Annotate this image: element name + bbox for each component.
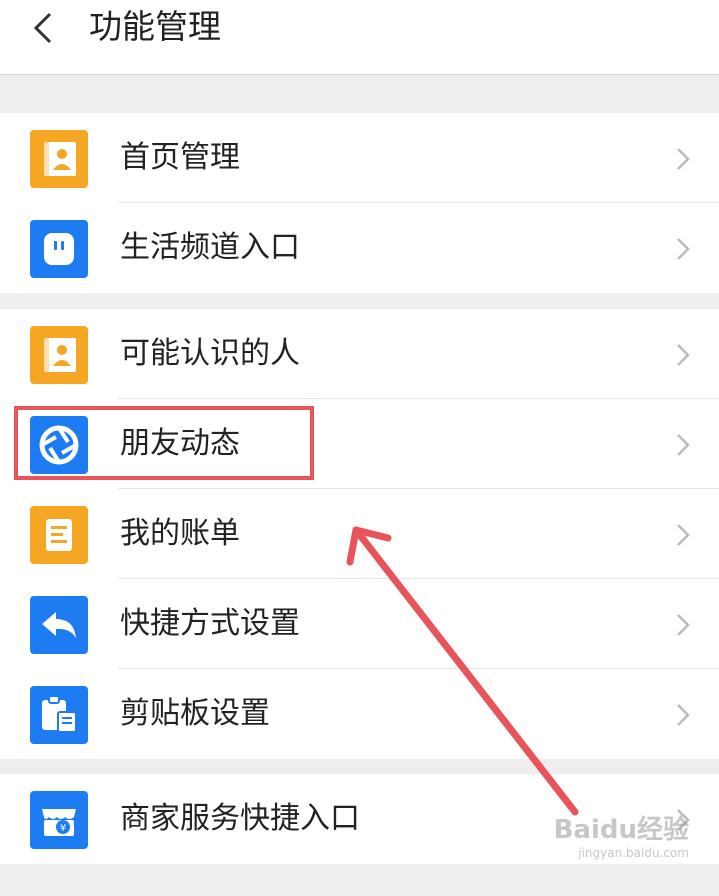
chevron-right-icon	[677, 344, 690, 366]
contact-card-icon	[30, 326, 88, 384]
chevron-right-icon	[677, 434, 690, 456]
item-label: 首页管理	[120, 140, 240, 175]
settings-group-2: 可能认识的人 朋友动态 我的账单 快捷方式设置 剪贴板设置	[0, 309, 719, 759]
chevron-right-icon	[677, 704, 690, 726]
life-channel-icon	[30, 220, 88, 278]
baidu-watermark: Baidu经验 jingyan.baidu.com	[519, 814, 689, 874]
back-button[interactable]	[26, 6, 66, 50]
watermark-subtext: jingyan.baidu.com	[578, 846, 689, 860]
item-label: 我的账单	[120, 516, 240, 551]
list-item-clipboard-settings[interactable]: 剪贴板设置	[0, 669, 719, 759]
list-item-shortcut-settings[interactable]: 快捷方式设置	[0, 579, 719, 669]
chevron-right-icon	[677, 614, 690, 636]
list-item-people-you-may-know[interactable]: 可能认识的人	[0, 309, 719, 399]
list-item-my-bills[interactable]: 我的账单	[0, 489, 719, 579]
settings-group-1: 首页管理 生活频道入口	[0, 113, 719, 293]
chevron-right-icon	[677, 238, 690, 260]
clipboard-icon	[30, 686, 88, 744]
store-icon: ¥	[30, 791, 88, 849]
page-title: 功能管理	[89, 7, 221, 46]
chevron-left-icon	[33, 12, 52, 44]
item-label: 可能认识的人	[120, 336, 300, 371]
item-label: 商家服务快捷入口	[120, 801, 360, 836]
item-label: 剪贴板设置	[120, 696, 270, 731]
bill-icon	[30, 506, 88, 564]
watermark-text: Baidu经验	[553, 815, 689, 845]
item-label: 生活频道入口	[120, 230, 300, 265]
chevron-right-icon	[677, 524, 690, 546]
highlight-box	[14, 406, 314, 480]
item-label: 快捷方式设置	[120, 606, 300, 641]
contact-card-icon	[30, 130, 88, 188]
svg-text:¥: ¥	[60, 823, 66, 834]
chevron-right-icon	[677, 148, 690, 170]
reply-arrow-icon	[30, 596, 88, 654]
list-item-life-channel-entry[interactable]: 生活频道入口	[0, 203, 719, 293]
list-item-homepage-management[interactable]: 首页管理	[0, 113, 719, 203]
header-bar: 功能管理	[0, 0, 719, 75]
